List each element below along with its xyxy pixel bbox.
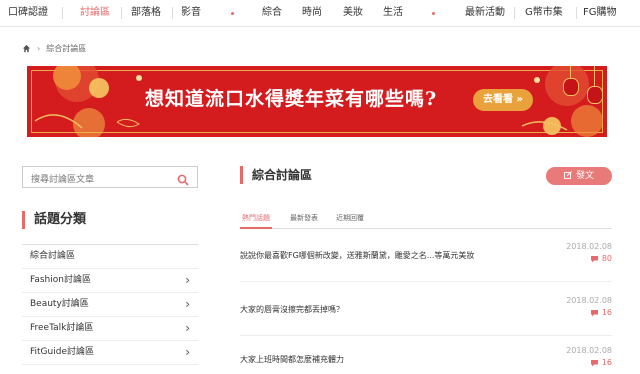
- thread-tabs: 熱門話題 最新發表 近期回覆: [240, 212, 612, 229]
- nav-item-beauty[interactable]: 美妝: [343, 7, 363, 19]
- nav-item-g-market[interactable]: G幣市集: [525, 7, 563, 19]
- category-label: FitGuide討論區: [30, 347, 94, 357]
- lantern-string: [570, 66, 571, 78]
- thread-date: 2018.02.08: [566, 346, 612, 355]
- category-label: FreeTalk討論區: [30, 323, 94, 333]
- reply-count: 16: [590, 358, 612, 368]
- main-title-accent: [240, 166, 243, 184]
- sidebar-title: 話題分類: [34, 212, 87, 227]
- nav-item-general[interactable]: 綜合: [262, 7, 282, 19]
- nav-item-events[interactable]: 最新活動: [465, 7, 505, 19]
- sidebar-title-accent: [22, 211, 25, 229]
- search-box: [22, 166, 198, 190]
- category-item-fitguide[interactable]: FitGuide討論區 ›: [22, 341, 198, 365]
- thread-title[interactable]: 說說你最喜歡FG哪個新改變，送雅斯蘭黛，雕愛之名...等萬元美妝: [240, 250, 474, 262]
- nav-item-video[interactable]: 影音: [181, 7, 201, 19]
- chevron-right-icon: ›: [185, 321, 190, 335]
- nav-divider: [121, 7, 122, 19]
- breadcrumb: › 綜合討論區: [22, 42, 86, 54]
- thread-title[interactable]: 大家的唇膏沒擦完都丟掉嗎？: [240, 304, 344, 316]
- comment-icon: [590, 309, 599, 317]
- nav-dot: [432, 12, 435, 15]
- nav-item-fashion[interactable]: 時尚: [302, 7, 322, 19]
- page-title: 綜合討論區: [252, 168, 313, 182]
- nav-dot: [231, 12, 234, 15]
- reply-count-value: 16: [601, 358, 612, 367]
- search-icon[interactable]: [177, 171, 189, 186]
- category-label: 綜合討論區: [30, 251, 76, 261]
- category-item-beauty[interactable]: Beauty討論區 ›: [22, 293, 198, 317]
- top-nav: 口碑認證 討論區 部落格 影音 綜合 時尚 美妝 生活 最新活動 G幣市集 FG…: [0, 0, 640, 27]
- nav-item-blog[interactable]: 部落格: [131, 7, 161, 19]
- category-label: Fashion討論區: [30, 275, 91, 285]
- new-post-label: 發文: [575, 171, 594, 181]
- banner-headline: 想知道流口水得獎年菜有哪些嗎?: [145, 88, 438, 110]
- tab-latest[interactable]: 最新發表: [288, 212, 320, 229]
- thread-row[interactable]: 說說你最喜歡FG哪個新改變，送雅斯蘭黛，雕愛之名...等萬元美妝 2018.02…: [240, 242, 612, 282]
- chevron-right-icon: ›: [185, 297, 190, 311]
- lantern-icon: [587, 86, 603, 104]
- nav-divider: [514, 7, 515, 19]
- category-item-fashion[interactable]: Fashion討論區 ›: [22, 269, 198, 293]
- thread-date: 2018.02.08: [566, 242, 612, 251]
- thread-row[interactable]: 大家的唇膏沒擦完都丟掉嗎？ 2018.02.08 16: [240, 296, 612, 336]
- nav-item-forum[interactable]: 討論區: [80, 7, 110, 19]
- home-icon[interactable]: [22, 44, 31, 53]
- nav-item-fg-shop[interactable]: FG購物: [583, 7, 617, 19]
- reply-count: 16: [590, 308, 612, 318]
- comment-icon: [590, 359, 599, 367]
- reply-count: 80: [590, 254, 612, 264]
- reply-count-value: 16: [601, 308, 612, 317]
- chevron-right-icon: ›: [37, 43, 41, 53]
- promo-banner[interactable]: 想知道流口水得獎年菜有哪些嗎? 去看看 »: [27, 66, 607, 137]
- new-post-button[interactable]: 發文: [546, 167, 612, 185]
- reply-count-value: 80: [601, 254, 612, 263]
- search-input[interactable]: [23, 170, 163, 190]
- edit-icon: [564, 167, 572, 185]
- category-list: 綜合討論區 Fashion討論區 › Beauty討論區 › FreeTalk討…: [22, 244, 198, 365]
- nav-divider: [172, 7, 173, 19]
- tab-popular[interactable]: 熱門話題: [240, 212, 272, 229]
- nav-item-reviews[interactable]: 口碑認證: [8, 7, 48, 19]
- comment-icon: [590, 255, 599, 263]
- nav-divider: [62, 7, 63, 19]
- lantern-string: [594, 66, 595, 86]
- category-label: Beauty討論區: [30, 299, 89, 309]
- nav-divider: [576, 7, 577, 19]
- thread-title[interactable]: 大家上班時間都怎麼補充體力: [240, 354, 344, 366]
- chevron-right-icon: ›: [185, 273, 190, 287]
- thread-date: 2018.02.08: [566, 296, 612, 305]
- nav-item-life[interactable]: 生活: [383, 7, 403, 19]
- breadcrumb-current: 綜合討論區: [46, 43, 87, 53]
- chevron-right-icon: ›: [185, 345, 190, 359]
- lantern-icon: [563, 78, 579, 96]
- tab-recent-replies[interactable]: 近期回覆: [334, 212, 366, 229]
- thread-row[interactable]: 大家上班時間都怎麼補充體力 2018.02.08 16: [240, 346, 612, 374]
- category-item-general[interactable]: 綜合討論區: [22, 245, 198, 269]
- category-item-freetalk[interactable]: FreeTalk討論區 ›: [22, 317, 198, 341]
- banner-cta-button[interactable]: 去看看 »: [473, 89, 533, 111]
